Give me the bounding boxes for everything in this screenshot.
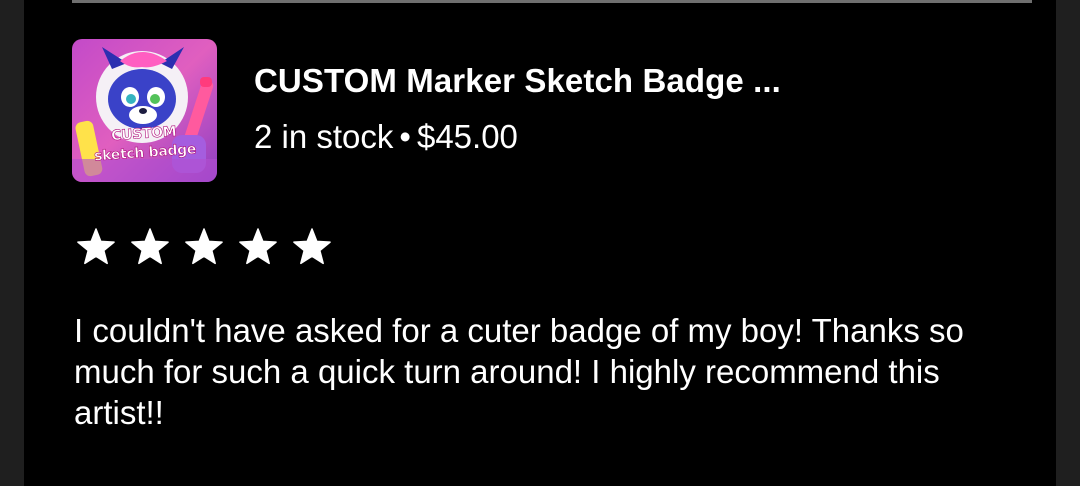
star-icon <box>185 228 223 265</box>
listing-meta: 2 in stock • $45.00 <box>254 118 518 156</box>
star-icon <box>77 228 115 265</box>
meta-separator: • <box>399 118 411 155</box>
listing-thumbnail[interactable]: CUSTOM sketch badge <box>72 39 217 182</box>
listing-price: $45.00 <box>416 118 518 155</box>
review-text: I couldn't have asked for a cuter badge … <box>74 312 964 431</box>
star-icon <box>131 228 169 265</box>
listing-title[interactable]: CUSTOM Marker Sketch Badge ... <box>254 62 781 100</box>
stock-count: 2 in stock <box>254 118 394 155</box>
review-card: CUSTOM sketch badge CUSTOM Marker Sketch… <box>24 0 1056 486</box>
star-icon <box>293 228 331 265</box>
divider <box>72 0 1032 3</box>
star-icon <box>239 228 277 265</box>
star-rating <box>76 227 346 267</box>
